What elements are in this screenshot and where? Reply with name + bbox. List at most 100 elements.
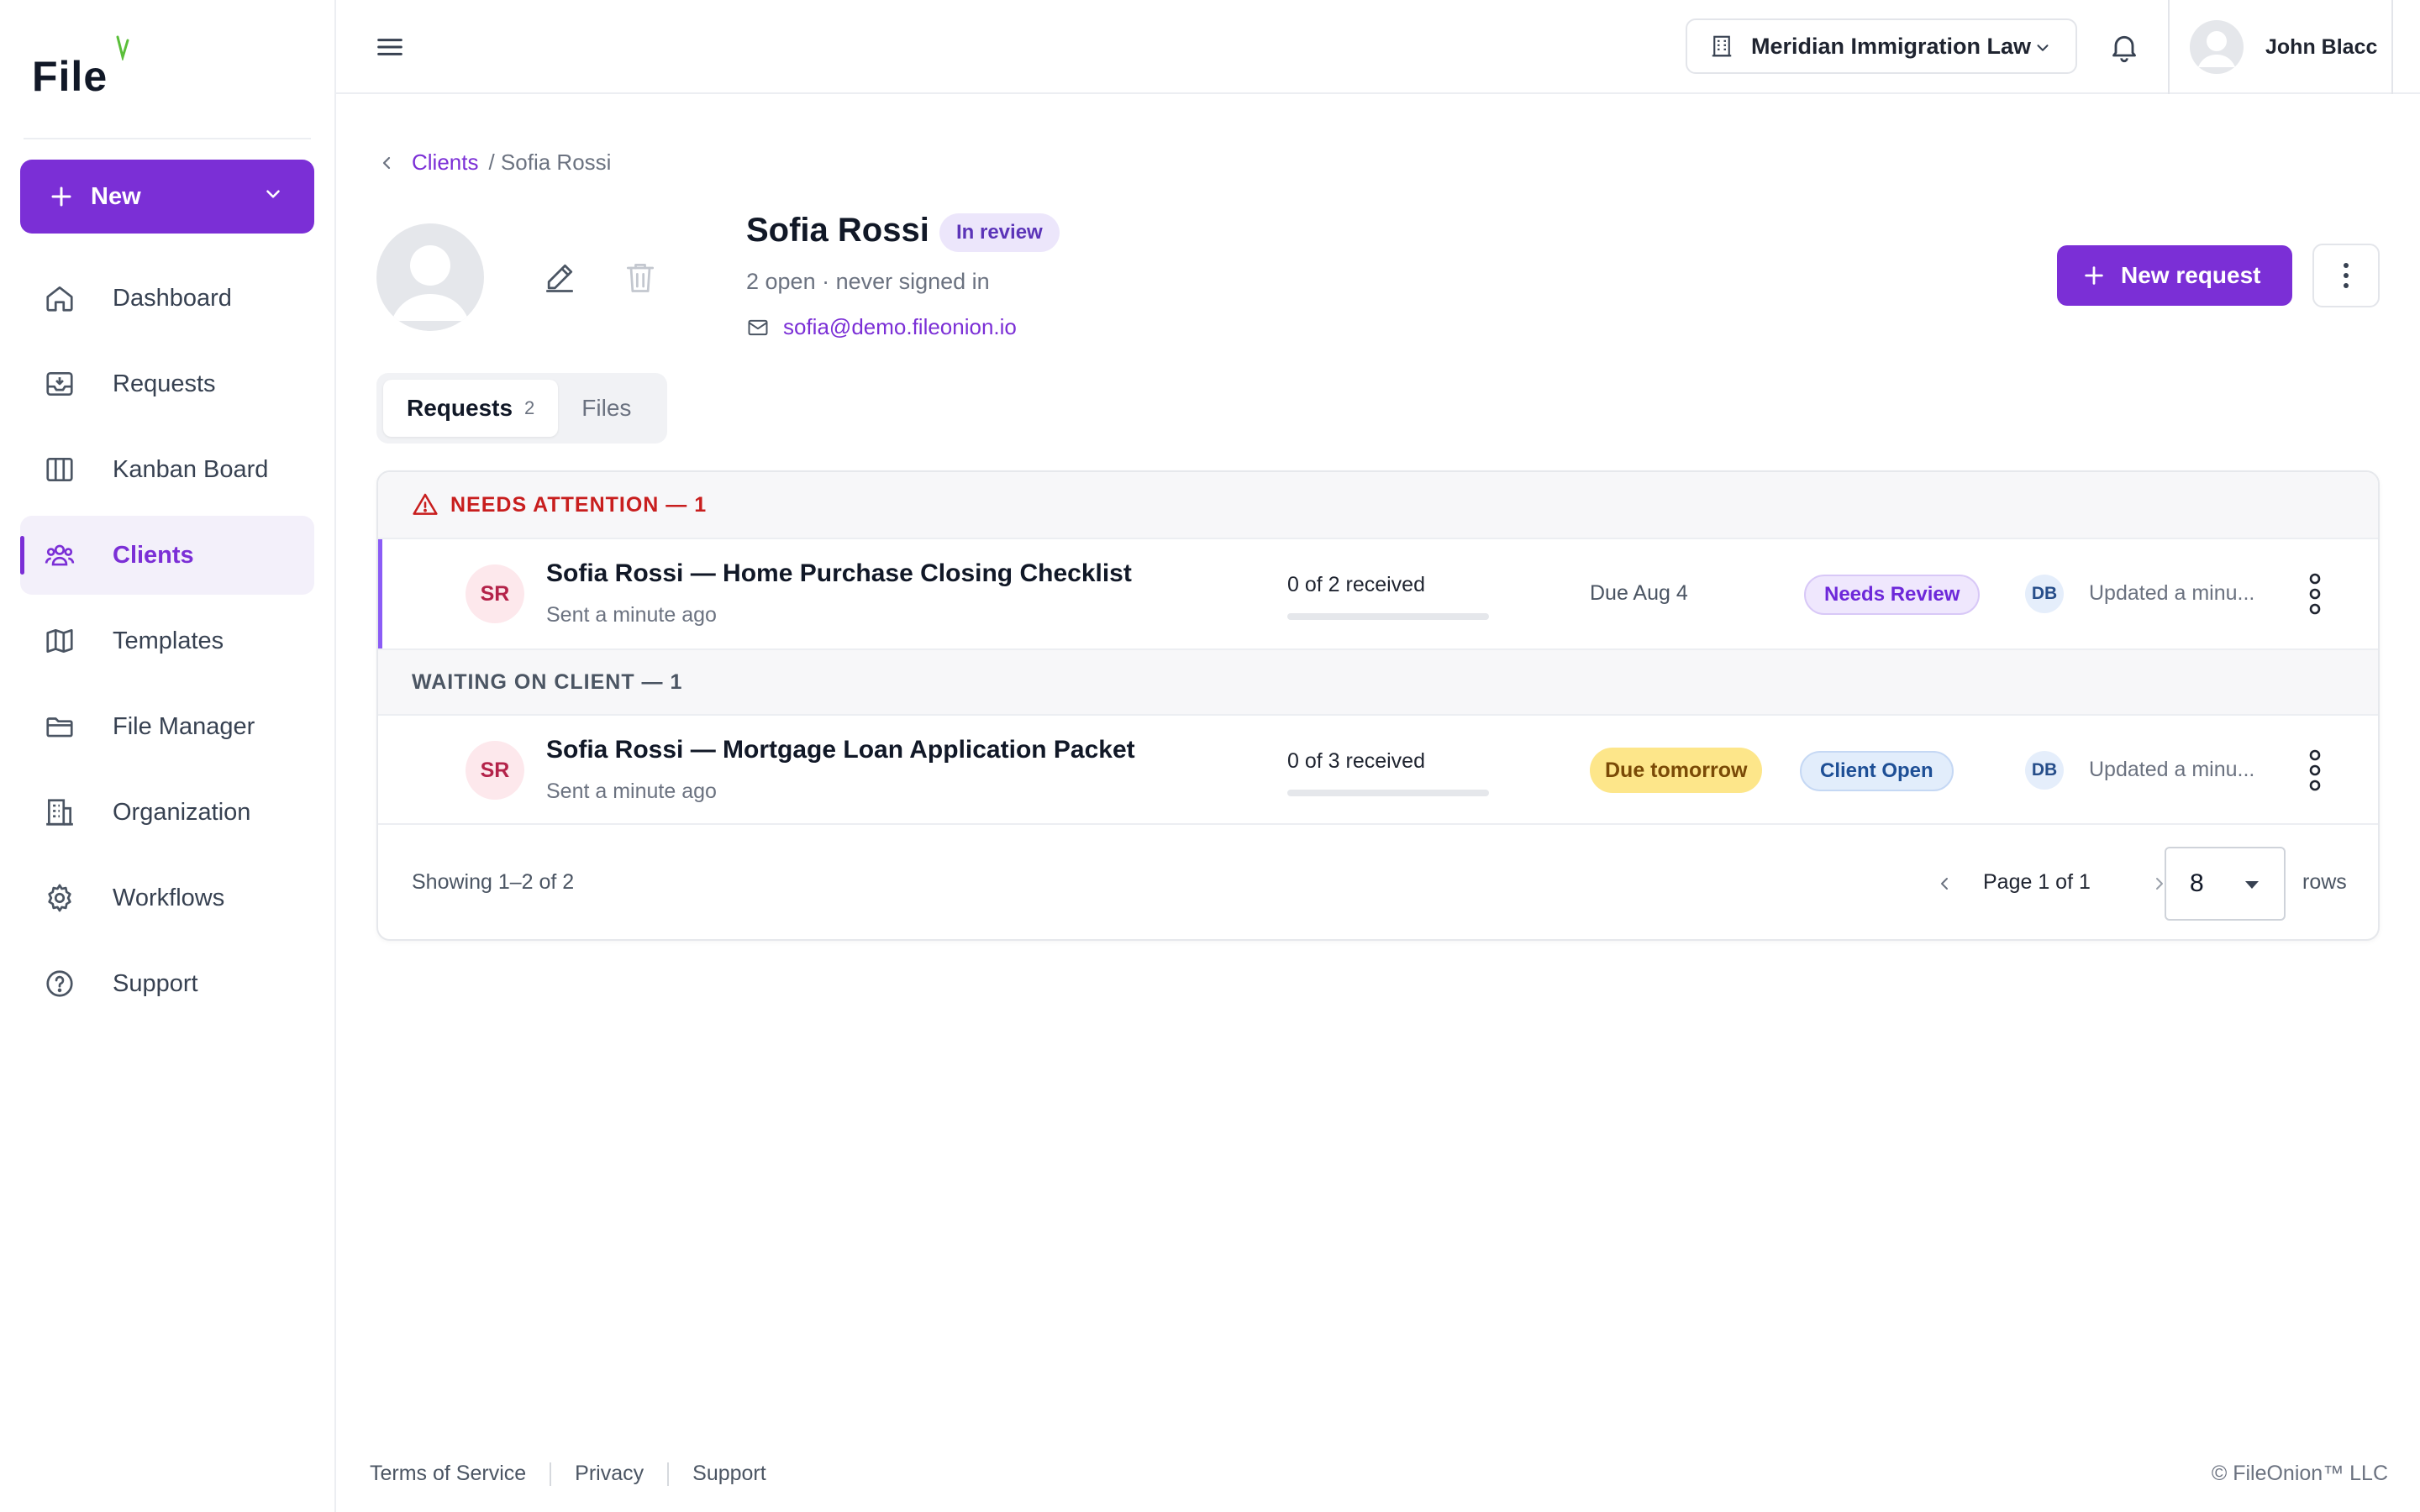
group-title: WAITING ON CLIENT — 1	[412, 669, 683, 694]
request-title[interactable]: Sofia Rossi — Mortgage Loan Application …	[546, 736, 1135, 764]
footer-link-privacy[interactable]: Privacy	[575, 1462, 644, 1486]
progress-bar	[1287, 613, 1489, 620]
user-name: John Blacc	[2265, 34, 2378, 59]
columns-icon	[46, 457, 73, 482]
folder-icon	[46, 717, 73, 738]
pencil-icon[interactable]	[541, 259, 578, 296]
warning-triangle-icon	[413, 493, 438, 515]
rows-per-page-value: 8	[2190, 869, 2204, 897]
gear-icon	[48, 884, 71, 912]
help-circle-icon	[46, 970, 73, 997]
home-icon	[46, 286, 73, 312]
trash-icon[interactable]	[622, 259, 659, 296]
new-request-label: New request	[2121, 262, 2261, 288]
sidebar-item-label: Workflows	[113, 884, 225, 911]
sidebar-item-label: Organization	[113, 798, 251, 826]
footer-separator	[667, 1462, 670, 1486]
kebab-menu-icon	[2344, 263, 2349, 288]
sidebar-item-requests[interactable]: Requests	[20, 344, 314, 423]
new-request-button[interactable]: New request	[2057, 245, 2292, 306]
sidebar-item-templates[interactable]: Templates	[20, 601, 314, 680]
inbox-icon	[46, 371, 73, 396]
breadcrumb-current: / Sofia Rossi	[488, 150, 612, 175]
sidebar-item-kanban-board[interactable]: Kanban Board	[20, 430, 314, 509]
tab-files[interactable]: Files	[558, 380, 655, 437]
table-row[interactable]: SR Sofia Rossi — Home Purchase Closing C…	[378, 539, 2378, 648]
client-name: Sofia Rossi	[746, 212, 929, 249]
breadcrumb: Clients / Sofia Rossi	[376, 150, 611, 176]
plus-icon	[2085, 266, 2103, 285]
requests-card: NEEDS ATTENTION — 1 SR Sofia Rossi — Hom…	[376, 470, 2380, 941]
hamburger-menu-icon[interactable]	[373, 30, 407, 64]
sidebar-item-dashboard[interactable]: Dashboard	[20, 259, 314, 338]
client-email-link[interactable]: sofia@demo.fileonion.io	[746, 314, 1017, 340]
page-indicator: Page 1 of 1	[1983, 870, 2091, 894]
updated-time: Updated a minu...	[2089, 581, 2255, 605]
client-meta: 2 open · never signed in	[746, 269, 990, 294]
client-email-text: sofia@demo.fileonion.io	[783, 314, 1017, 339]
breadcrumb-clients-link[interactable]: Clients	[412, 150, 478, 176]
mail-icon	[748, 319, 768, 335]
map-icon	[46, 628, 73, 654]
sidebar-item-clients[interactable]: Clients	[20, 516, 314, 595]
group-header-waiting-on-client: WAITING ON CLIENT — 1	[378, 648, 2378, 716]
assignee-avatar: DB	[2025, 575, 2064, 613]
main-content: Clients / Sofia Rossi Sofia Rossi In rev…	[336, 94, 2420, 1512]
footer-links: Terms of Service Privacy Support	[370, 1462, 766, 1486]
sidebar-item-organization[interactable]: Organization	[20, 773, 314, 852]
sidebar-item-label: Requests	[113, 370, 216, 397]
sidebar-item-label: Templates	[113, 627, 224, 654]
chevron-left-icon[interactable]	[376, 153, 397, 173]
request-title[interactable]: Sofia Rossi — Home Purchase Closing Chec…	[546, 559, 1132, 588]
assignee-avatar: DB	[2025, 751, 2064, 790]
rows-label: rows	[2302, 870, 2347, 894]
topbar: Meridian Immigration Law John Blacc	[336, 0, 2420, 94]
client-initials-avatar: SR	[466, 741, 524, 800]
pagination-bar: Showing 1–2 of 2 Page 1 of 1 8 rows	[378, 827, 2378, 939]
sidebar-item-label: Dashboard	[113, 284, 232, 312]
request-sent-time: Sent a minute ago	[546, 780, 717, 803]
client-avatar	[376, 223, 484, 331]
sidebar-item-label: Clients	[113, 541, 194, 569]
kebab-menu-icon[interactable]	[2302, 748, 2328, 793]
rows-per-page-select[interactable]: 8	[2165, 847, 2286, 921]
new-button-label: New	[91, 182, 141, 210]
client-status-badge: In review	[939, 213, 1060, 252]
user-menu[interactable]: John Blacc	[2168, 0, 2393, 94]
request-sent-time: Sent a minute ago	[546, 603, 717, 627]
users-icon	[45, 544, 75, 566]
sidebar-item-file-manager[interactable]: File Manager	[20, 687, 314, 766]
avatar	[2190, 20, 2244, 74]
due-date: Due Aug 4	[1590, 581, 1688, 605]
new-button[interactable]: New	[20, 160, 314, 234]
leaf-icon	[116, 35, 129, 60]
footer-separator	[550, 1462, 552, 1486]
organization-name: Meridian Immigration Law	[1751, 33, 2032, 59]
chevron-down-icon	[2037, 45, 2049, 51]
updated-time: Updated a minu...	[2089, 758, 2255, 781]
group-header-needs-attention: NEEDS ATTENTION — 1	[378, 472, 2378, 539]
chevron-down-icon[interactable]	[262, 183, 284, 205]
kebab-menu-icon[interactable]	[2302, 571, 2328, 617]
footer-link-terms[interactable]: Terms of Service	[370, 1462, 526, 1486]
progress-bar	[1287, 790, 1489, 796]
sidebar-item-workflows[interactable]: Workflows	[20, 858, 314, 937]
bell-icon[interactable]	[2107, 30, 2141, 64]
footer-link-support[interactable]: Support	[692, 1462, 766, 1486]
organization-selector[interactable]: Meridian Immigration Law	[1686, 18, 2077, 74]
sidebar: File New Dashboard Requests Kanban Board	[0, 0, 336, 1512]
more-actions-button[interactable]	[2312, 244, 2380, 307]
due-soon-badge: Due tomorrow	[1590, 748, 1763, 793]
tab-requests[interactable]: Requests 2	[383, 380, 559, 437]
sidebar-item-label: Kanban Board	[113, 455, 269, 483]
app-root: File New Dashboard Requests Kanban Board	[0, 0, 2420, 1512]
sidebar-nav: Dashboard Requests Kanban Board Clients …	[20, 259, 314, 1030]
showing-count: Showing 1–2 of 2	[412, 870, 575, 894]
table-row[interactable]: SR Sofia Rossi — Mortgage Loan Applicati…	[378, 716, 2378, 825]
sidebar-item-support[interactable]: Support	[20, 944, 314, 1023]
building-icon	[46, 799, 73, 826]
status-badge: Needs Review	[1804, 575, 1981, 615]
plus-icon	[51, 186, 71, 207]
sidebar-item-label: Support	[113, 969, 198, 997]
chevron-left-icon[interactable]	[1934, 874, 1954, 894]
